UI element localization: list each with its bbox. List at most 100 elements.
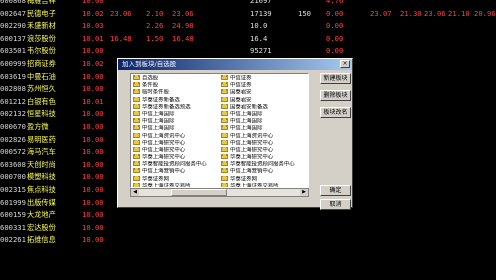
add-to-block-dialog: 加入到板块/自选股 × 自选股 条件股 临时条件股 华泰证券新备选 华泰证券新备选预选中…: [117, 58, 353, 210]
list-item[interactable]: 中信上海国际: [221, 110, 308, 118]
new-block-button[interactable]: 新建板块: [320, 73, 351, 84]
cell-chg: 10.00: [82, 0, 104, 5]
folder-icon: [221, 110, 228, 116]
cell-bid: 23.06: [172, 8, 194, 18]
cell-name: 苏州恒久: [27, 84, 56, 94]
folder-icon: [133, 139, 140, 145]
cell-sp: 0.00: [326, 46, 344, 56]
cell-turn: 23.07: [370, 8, 392, 18]
list-item[interactable]: 华泰证券新备选: [133, 96, 219, 104]
close-icon[interactable]: ×: [342, 60, 347, 67]
list-item[interactable]: 中信上海国际: [133, 110, 219, 118]
dialog-titlebar[interactable]: 加入到板块/自选股 ×: [118, 59, 352, 70]
list-item[interactable]: 中信上海国际: [133, 118, 219, 125]
cell-name: 民德电子: [27, 8, 56, 18]
cell-price: 16.48: [110, 33, 132, 43]
cell-sp: 0.00: [326, 8, 344, 18]
list-item[interactable]: 华泰证券网: [221, 175, 308, 183]
folder-icon: [221, 132, 228, 138]
list-item-label: 中信上海国际: [230, 118, 263, 125]
cell-code: 002132: [0, 109, 26, 119]
list-item[interactable]: 中信上海营销中心: [133, 168, 219, 175]
cell-vol: 21697: [250, 0, 272, 5]
cancel-button[interactable]: 取消: [320, 199, 351, 210]
folder-icon: [133, 118, 140, 124]
list-item-label: 中信上海资讯中心: [142, 133, 186, 139]
cell-name: 宏达股份: [27, 222, 56, 232]
cell-sp: 4.76: [326, 0, 344, 5]
scroll-thumb[interactable]: [171, 189, 227, 196]
cell-diff: 2.10: [146, 8, 164, 18]
table-row[interactable]: 002290 禾盛新材 10.03 2.26 24.98 10.0 0.00: [0, 20, 496, 33]
scroll-left-arrow-icon[interactable]: ◀: [131, 189, 139, 196]
table-row[interactable]: 600159 大龙地产 10.00: [0, 209, 496, 222]
list-item[interactable]: 中信上海国际: [221, 125, 308, 132]
list-item[interactable]: 中信上海国际: [133, 125, 219, 132]
list-item-label: 国泰君安: [230, 97, 252, 104]
table-row[interactable]: 600331 宏达股份 10.00: [0, 222, 496, 235]
list-item[interactable]: 华泰证券新备选预选: [133, 103, 219, 111]
cell-name: 招商证券: [27, 58, 56, 68]
cell-name: 出版传媒: [27, 197, 56, 207]
list-item[interactable]: 中信上海研究中心: [221, 139, 308, 147]
horizontal-scrollbar[interactable]: ◀ ▶: [130, 188, 309, 197]
cell-chg: 10.02: [82, 58, 104, 68]
list-item[interactable]: 中信上海研究中心: [133, 139, 219, 147]
list-item[interactable]: 临时条件股: [133, 89, 219, 96]
list-item[interactable]: 中信上海研究中心: [133, 146, 219, 154]
list-item-label: 中信上海营销中心: [230, 168, 274, 175]
list-item[interactable]: 国泰君安新备选: [221, 103, 308, 111]
table-row[interactable]: 600868 梅雁吉祥 10.00 21697 4.76: [0, 0, 496, 8]
scroll-right-arrow-icon[interactable]: ▶: [300, 189, 308, 196]
list-item[interactable]: 中信上海资讯中心: [133, 132, 219, 140]
list-item[interactable]: 条件股: [133, 82, 219, 89]
close-button[interactable]: ×: [340, 60, 350, 68]
cell-chg: 10.00: [82, 109, 104, 119]
list-item-label: 中信上海研究中心: [230, 147, 274, 154]
list-item-label: 中信上海营销中心: [142, 168, 186, 175]
folder-icon: [133, 168, 140, 174]
list-item[interactable]: 自选股: [133, 75, 219, 82]
list-item[interactable]: 中信证券: [221, 82, 308, 89]
cell-sp: 0.00: [326, 33, 344, 43]
dialog-title: 加入到板块/自选股: [122, 60, 177, 68]
list-item[interactable]: 中信上海国际: [221, 118, 308, 125]
cell-cur: 150: [298, 8, 311, 18]
list-item[interactable]: 华泰证券网: [133, 175, 219, 183]
block-listbox[interactable]: 自选股 条件股 临时条件股 华泰证券新备选 华泰证券新备选预选 中信上海国际 中信上海国际中…: [130, 73, 309, 188]
cell-chg: 10.00: [82, 235, 104, 245]
ok-button[interactable]: 确定: [320, 185, 351, 196]
list-item[interactable]: 华泰上海研究中心: [221, 154, 308, 161]
list-item-label: 中信上海资讯中心: [230, 133, 274, 139]
list-item[interactable]: 中信证券: [221, 75, 308, 82]
table-row[interactable]: 002647 民德电子 10.02 23.06 2.10 23.06 17139 150 0.0…: [0, 8, 496, 21]
list-item[interactable]: 中信上海营销中心: [221, 168, 308, 175]
list-item[interactable]: 国泰君安: [221, 96, 308, 104]
list-item[interactable]: 华泰智能投资顾问服务中心: [133, 161, 219, 168]
cell-chg: 10.00: [82, 46, 104, 56]
list-item[interactable]: 华泰上海研究中心: [133, 154, 219, 161]
delete-block-button[interactable]: 删除板块: [320, 90, 351, 101]
list-item[interactable]: 中信上海研究中心: [221, 146, 308, 154]
table-row[interactable]: 002261 拓维信息 10.00: [0, 234, 496, 247]
folder-icon: [133, 161, 140, 167]
cell-code: 002647: [0, 8, 26, 18]
list-item[interactable]: 国泰君安: [221, 89, 308, 96]
folder-icon: [221, 89, 228, 95]
folder-icon: [133, 154, 140, 160]
cell-open: 21.30: [400, 8, 422, 18]
folder-icon: [221, 161, 228, 167]
cell-chg: 10.00: [82, 159, 104, 169]
list-item-label: 中信证券: [230, 82, 252, 89]
cell-bid: 16.48: [172, 33, 194, 43]
list-item-label: 中信上海国际: [230, 111, 263, 118]
cell-code: 002315: [0, 184, 26, 194]
rename-block-button[interactable]: 板块改名: [320, 107, 351, 118]
list-item[interactable]: 中信上海资讯中心: [221, 132, 308, 140]
cell-name: 易明医药: [27, 134, 56, 144]
list-item-label: 华泰上海研究中心: [142, 154, 186, 161]
cell-name: 韦尔股份: [27, 46, 56, 56]
table-row[interactable]: 600137 浪莎股份 10.01 16.48 1.50 16.48 16.4 0.00: [0, 33, 496, 46]
list-item[interactable]: 华泰智能投资顾问服务中心: [221, 161, 308, 168]
table-row[interactable]: 603501 韦尔股份 10.00 95271 0.00: [0, 45, 496, 58]
